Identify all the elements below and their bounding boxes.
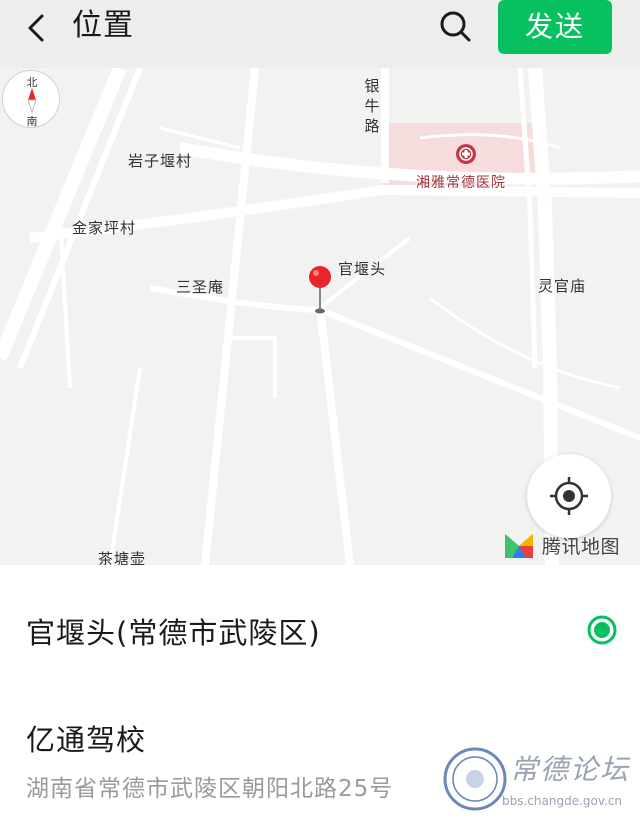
- map-label-yinniu-road: 银 牛 路: [364, 76, 380, 136]
- map-label-hospital: 湘雅常德医院: [416, 175, 506, 191]
- back-button[interactable]: [18, 8, 58, 48]
- crosshair-icon: [550, 477, 588, 515]
- nav-bar: 位置 发送: [0, 0, 640, 68]
- location-title: 官堰头(常德市武陵区): [26, 616, 321, 650]
- watermark-text: 常德论坛: [510, 753, 631, 786]
- location-pin-icon: [309, 266, 331, 314]
- selected-check-icon: [587, 615, 617, 645]
- map-label-char: 银: [364, 77, 380, 95]
- send-button[interactable]: 发送: [498, 0, 612, 54]
- search-icon: [440, 11, 471, 42]
- forum-watermark: 常德论坛 bbs.changde.gov.cn: [440, 744, 636, 816]
- location-title: 亿通驾校: [26, 723, 147, 757]
- page-title: 位置: [72, 8, 134, 43]
- search-button[interactable]: [436, 6, 476, 46]
- map-brand-text: 腾讯地图: [542, 536, 621, 558]
- list-item[interactable]: 官堰头(常德市武陵区): [0, 565, 640, 695]
- map-view[interactable]: 北 南 银 牛 路 湘雅常德医院 岩子堰村 金家坪村 官堰头 三圣庵 灵官庙 茶…: [0, 68, 640, 565]
- map-label-jinjiaping: 金家坪村: [72, 219, 137, 237]
- map-label-lingguanmiao: 灵官庙: [538, 277, 587, 295]
- map-label-char: 路: [364, 117, 380, 135]
- locate-me-button[interactable]: [527, 454, 611, 538]
- map-label-chatanghu: 茶塘壶: [98, 550, 147, 565]
- map-label-sanshengan: 三圣庵: [176, 278, 225, 296]
- chevron-left-icon: [28, 14, 44, 42]
- map-label-char: 牛: [364, 97, 380, 115]
- location-address: 湖南省常德市武陵区朝阳北路25号: [26, 776, 394, 802]
- compass[interactable]: 北 南: [2, 70, 60, 128]
- watermark-url: bbs.changde.gov.cn: [502, 794, 623, 808]
- compass-south-label: 南: [26, 115, 38, 128]
- map-label-yanziyan: 岩子堰村: [128, 152, 193, 170]
- map-label-guanyantou: 官堰头: [338, 260, 387, 278]
- hospital-icon: [456, 144, 476, 164]
- tencent-map-logo-icon: [505, 534, 533, 558]
- forum-seal-icon: [443, 747, 507, 811]
